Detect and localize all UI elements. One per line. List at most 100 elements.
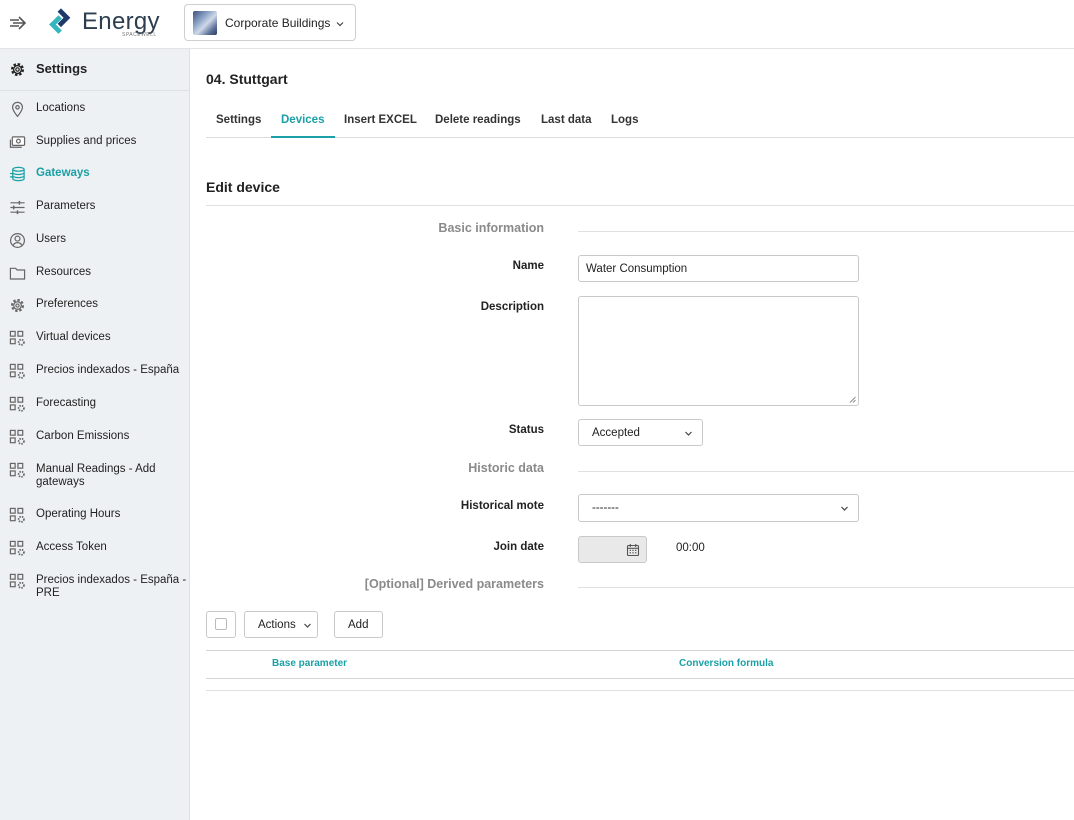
- description-textarea[interactable]: [578, 296, 859, 406]
- grid-gear-icon: [9, 507, 25, 523]
- checkbox-box: [215, 618, 227, 630]
- tab-settings[interactable]: Settings: [206, 107, 271, 138]
- sidebar-item-label: Precios indexados - España - PRE: [36, 574, 187, 599]
- grid-gear-icon: [9, 396, 25, 412]
- sidebar-item-label: Precios indexados - España: [36, 364, 180, 376]
- sidebar-item-parameters[interactable]: Parameters: [0, 192, 189, 222]
- sidebar-item-gateways[interactable]: Gateways: [0, 159, 189, 189]
- location-pin-icon: [11, 101, 24, 118]
- gear-icon: [10, 62, 25, 77]
- join-date-input[interactable]: [578, 536, 647, 563]
- historical-mote-select[interactable]: -------: [578, 494, 859, 522]
- user-circle-icon: [9, 232, 26, 249]
- status-label: Status: [508, 424, 544, 436]
- grid-gear-icon: [9, 462, 25, 478]
- column-header-conversion-formula[interactable]: Conversion formula: [679, 658, 773, 669]
- sidebar-item-label: Preferences: [36, 298, 99, 310]
- sidebar-header-label: Settings: [36, 61, 88, 76]
- sidebar: Settings Locations Supplies and prices G…: [0, 49, 190, 820]
- column-header-base-parameter[interactable]: Base parameter: [272, 658, 347, 669]
- sidebar-item-precios-indexados-pre[interactable]: Precios indexados - España - PRE: [0, 566, 189, 602]
- status-select[interactable]: Accepted: [578, 419, 703, 446]
- sidebar-item-label: Access Token: [36, 541, 107, 553]
- cog-icon: [10, 298, 25, 313]
- building-selector[interactable]: Corporate Buildings: [184, 4, 356, 41]
- sidebar-item-label: Forecasting: [36, 397, 97, 409]
- sidebar-item-label: Carbon Emissions: [36, 430, 130, 442]
- sidebar-item-forecasting[interactable]: Forecasting: [0, 389, 189, 419]
- tab-bar: Settings Devices Insert EXCEL Delete rea…: [206, 107, 1074, 138]
- group-label-historic-data: Historic data: [468, 461, 544, 475]
- logo-subtext: SPACEWELL: [122, 32, 157, 38]
- sidebar-item-precios-indexados[interactable]: Precios indexados - España: [0, 356, 189, 386]
- chevron-down-icon: [685, 431, 692, 436]
- table-header-border: [206, 678, 1074, 679]
- sidebar-item-label: Resources: [36, 266, 91, 278]
- tab-delete-readings[interactable]: Delete readings: [435, 107, 533, 138]
- sidebar-item-label: Parameters: [36, 200, 96, 212]
- divider: [578, 231, 1074, 232]
- join-time: 00:00: [676, 542, 705, 554]
- money-icon: [9, 136, 26, 148]
- sidebar-item-label: Manual Readings - Add gateways: [36, 463, 156, 488]
- add-button[interactable]: Add: [334, 611, 383, 638]
- main-content: 04. Stuttgart Settings Devices Insert EX…: [190, 49, 1074, 820]
- sidebar-item-manual-readings[interactable]: Manual Readings - Add gateways: [0, 455, 189, 491]
- resize-handle-icon[interactable]: [849, 396, 856, 403]
- grid-gear-icon: [9, 573, 25, 589]
- historical-mote-value: -------: [592, 502, 619, 514]
- sidebar-item-label: Virtual devices: [36, 331, 111, 343]
- sliders-icon: [10, 200, 25, 215]
- tab-insert-excel[interactable]: Insert EXCEL: [344, 107, 426, 138]
- tab-last-data[interactable]: Last data: [541, 107, 603, 138]
- sidebar-item-label: Locations: [36, 102, 86, 114]
- building-selector-label: Corporate Buildings: [225, 16, 331, 30]
- table-top-border: [206, 650, 1074, 651]
- divider: [578, 587, 1074, 588]
- historical-mote-label: Historical mote: [460, 500, 544, 512]
- divider: [206, 205, 1074, 206]
- description-label: Description: [480, 301, 544, 313]
- sidebar-header-settings[interactable]: Settings: [0, 49, 189, 91]
- select-all-checkbox[interactable]: [206, 611, 236, 638]
- database-icon: [9, 166, 25, 182]
- section-title: Edit device: [206, 179, 280, 195]
- top-bar: Energy SPACEWELL Corporate Buildings: [0, 0, 1074, 49]
- sidebar-item-preferences[interactable]: Preferences: [0, 290, 189, 320]
- sidebar-item-virtual-devices[interactable]: Virtual devices: [0, 323, 189, 353]
- chevron-down-icon: [841, 506, 848, 511]
- sidebar-item-label: Users: [36, 233, 67, 245]
- add-label: Add: [348, 619, 369, 631]
- actions-label: Actions: [258, 619, 296, 631]
- tab-devices[interactable]: Devices: [271, 107, 335, 138]
- grid-gear-icon: [9, 363, 25, 379]
- sidebar-item-locations[interactable]: Locations: [0, 94, 189, 124]
- tab-logs[interactable]: Logs: [611, 107, 651, 138]
- status-select-value: Accepted: [592, 427, 640, 439]
- calendar-icon[interactable]: [626, 543, 640, 557]
- chevron-down-icon: [304, 623, 311, 628]
- sidebar-item-supplies-and-prices[interactable]: Supplies and prices: [0, 127, 189, 157]
- sidebar-item-users[interactable]: Users: [0, 225, 189, 255]
- sidebar-item-carbon-emissions[interactable]: Carbon Emissions: [0, 422, 189, 452]
- table-footer-border: [206, 690, 1074, 691]
- group-label-basic-information: Basic information: [438, 221, 544, 235]
- expand-menu-icon[interactable]: [9, 14, 27, 32]
- building-thumbnail: [193, 11, 217, 35]
- sidebar-item-access-token[interactable]: Access Token: [0, 533, 189, 563]
- sidebar-item-resources[interactable]: Resources: [0, 258, 189, 288]
- grid-gear-icon: [9, 330, 25, 346]
- divider: [578, 471, 1074, 472]
- sidebar-item-label: Gateways: [36, 167, 90, 179]
- grid-gear-icon: [9, 540, 25, 556]
- sidebar-item-label: Operating Hours: [36, 508, 121, 520]
- sidebar-item-operating-hours[interactable]: Operating Hours: [0, 500, 189, 530]
- group-label-derived-parameters: [Optional] Derived parameters: [364, 577, 544, 591]
- actions-dropdown-button[interactable]: Actions: [244, 611, 318, 638]
- chevron-down-icon: [336, 22, 344, 27]
- energy-logo-icon[interactable]: [44, 5, 78, 39]
- join-date-label: Join date: [493, 541, 544, 553]
- sidebar-item-label: Supplies and prices: [36, 135, 137, 147]
- grid-gear-icon: [9, 429, 25, 445]
- name-input[interactable]: [578, 255, 859, 282]
